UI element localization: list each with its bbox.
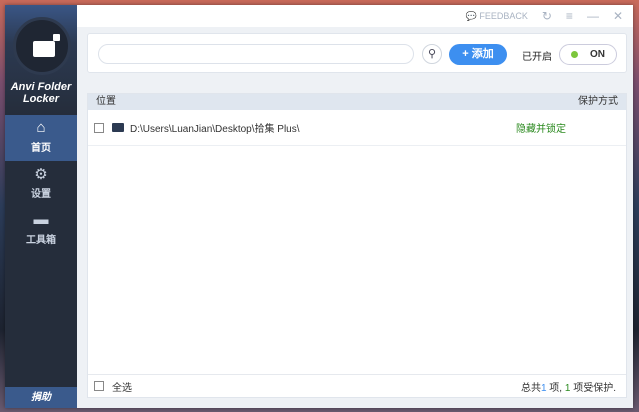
feedback-button[interactable]: 💬 FEEDBACK [466,11,528,22]
search-input[interactable] [98,44,414,64]
title-bar: 💬 FEEDBACK ↻ ≡ — ✕ [77,5,633,27]
select-all-checkbox[interactable] [94,381,104,391]
folder-lock-icon [33,41,55,57]
sidebar-item-home[interactable]: ⌂ 首页 [5,115,77,161]
select-all-label[interactable]: 全选 [112,379,132,394]
logo: Anvi Folder Locker [5,5,77,115]
app-window: Anvi Folder Locker ⌂ 首页 ⚙ 设置 ▬ 工具箱 捐助 💬 FEE… [5,5,633,408]
search-button[interactable]: ⚲ [422,44,442,64]
gear-icon: ⚙ [34,166,48,183]
table-header: 位置 保护方式 [88,94,626,110]
menu-icon[interactable]: ≡ [566,9,573,23]
locked-folder-icon [112,123,124,132]
app-name: Anvi Folder Locker [10,81,72,105]
chat-icon: 💬 [465,10,477,21]
protection-toggle[interactable]: ON [559,44,617,65]
sidebar-item-settings[interactable]: ⚙ 设置 [5,161,77,207]
protected-list: 位置 保护方式 D:\Users\LuanJian\Desktop\拾集 Plus… [87,93,627,398]
folder-path: D:\Users\LuanJian\Desktop\拾集 Plus\ [130,124,300,135]
plus-icon: + [462,48,472,60]
status-label: 已开启 [522,52,552,63]
toolbox-icon: ▬ [33,211,49,228]
row-checkbox[interactable] [94,122,104,133]
refresh-icon[interactable]: ↻ [542,9,552,23]
table-row[interactable]: D:\Users\LuanJian\Desktop\拾集 Plus\ 隐藏并锁定 [88,110,626,146]
summary: 总共1 项, 1 项受保护. [520,382,616,394]
search-icon: ⚲ [427,48,437,60]
donate-button[interactable]: 捐助 [5,387,77,408]
sidebar: Anvi Folder Locker ⌂ 首页 ⚙ 设置 ▬ 工具箱 捐助 [5,5,77,408]
close-icon[interactable]: ✕ [613,9,623,23]
protection-mode[interactable]: 隐藏并锁定 [516,120,566,135]
toolbar: ⚲ + 添加 已开启 ON [87,33,627,73]
sidebar-item-toolbox[interactable]: ▬ 工具箱 [5,207,77,253]
home-icon: ⌂ [36,119,46,136]
table-footer: 全选 总共1 项, 1 项受保护. [88,374,626,397]
add-button[interactable]: + 添加 [449,44,507,65]
lock-icon [53,34,60,41]
minimize-icon[interactable]: — [587,9,599,23]
